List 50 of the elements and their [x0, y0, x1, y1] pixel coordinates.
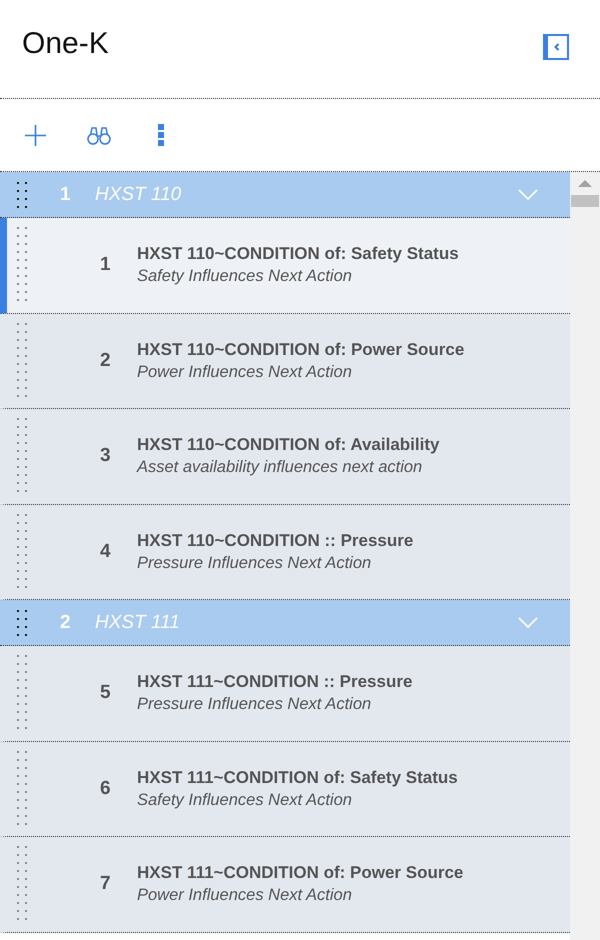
drag-handle-icon[interactable] [17, 182, 27, 208]
drag-handle-icon[interactable] [17, 750, 27, 824]
scrollbar-thumb[interactable] [571, 195, 599, 207]
plus-icon[interactable] [25, 124, 46, 146]
binoculars-icon[interactable] [87, 126, 111, 144]
drag-handle-icon[interactable] [17, 610, 27, 636]
item-subtitle: Safety Influences Next Action [137, 267, 353, 286]
item-title: HXST 111~CONDITION of: Power Source [137, 863, 464, 884]
item-number: 1 [100, 254, 112, 276]
list-item[interactable]: 1 HXST 110~CONDITION of: Safety Status Safety Influences Next Action [0, 218, 570, 314]
list-item[interactable]: 3 HXST 110~CONDITION of: Availability Asset availability influences next action [0, 409, 570, 504]
item-title: HXST 110~CONDITION :: Pressure [137, 530, 414, 551]
item-subtitle: Asset availability influences next action [137, 458, 424, 478]
drag-handle-icon[interactable] [17, 322, 27, 396]
item-title: HXST 110~CONDITION of: Power Source [137, 340, 464, 360]
drag-handle-icon[interactable] [17, 227, 27, 301]
item-number: 5 [100, 682, 112, 704]
item-subtitle: Pressure Influences Next Action [137, 554, 372, 573]
list-item[interactable]: 2 HXST 110~CONDITION of: Power Source Power Influences Next Action [0, 314, 570, 409]
list-item[interactable]: 7 HXST 111~CONDITION of: Power Source Power Influences Next Action [0, 837, 570, 932]
chevron-down-icon[interactable] [518, 617, 538, 628]
item-number: 7 [100, 873, 112, 896]
group-name: HXST 111 [95, 612, 180, 634]
item-number: 4 [100, 540, 112, 563]
group-number: 1 [60, 184, 72, 206]
item-title: HXST 110~CONDITION of: Availability [137, 435, 440, 456]
drag-handle-icon[interactable] [17, 655, 27, 729]
item-title: HXST 111~CONDITION of: Safety Status [137, 768, 458, 788]
list-item[interactable]: 4 HXST 110~CONDITION :: Pressure Pressure Influences Next Action [0, 504, 570, 600]
item-number: 6 [100, 778, 112, 800]
group-number: 2 [60, 612, 72, 634]
drag-handle-icon[interactable] [17, 846, 27, 920]
item-subtitle: Pressure Influences Next Action [137, 695, 372, 714]
app-title: One-K [22, 27, 109, 61]
chevron-down-icon[interactable] [518, 189, 538, 200]
item-title: HXST 110~CONDITION of: Safety Status [137, 244, 459, 264]
list-item[interactable]: 5 HXST 111~CONDITION :: Pressure Pressure Influences Next Action [0, 646, 570, 742]
item-subtitle: Power Influences Next Action [137, 886, 353, 906]
collapse-panel-icon[interactable] [543, 34, 569, 60]
drag-handle-icon[interactable] [17, 418, 27, 492]
item-number: 3 [100, 445, 112, 468]
group-name: HXST 110 [95, 184, 182, 206]
item-title: HXST 111~CONDITION :: Pressure [137, 672, 412, 692]
list-item[interactable]: 6 HXST 111~CONDITION of: Safety Status Safety Influences Next Action [0, 742, 570, 837]
item-subtitle: Power Influences Next Action [137, 362, 353, 382]
drag-handle-icon[interactable] [17, 514, 27, 588]
scroll-up-icon[interactable] [578, 180, 592, 187]
item-number: 2 [100, 350, 112, 372]
more-options-icon[interactable] [158, 124, 164, 146]
item-subtitle: Safety Influences Next Action [137, 790, 353, 810]
